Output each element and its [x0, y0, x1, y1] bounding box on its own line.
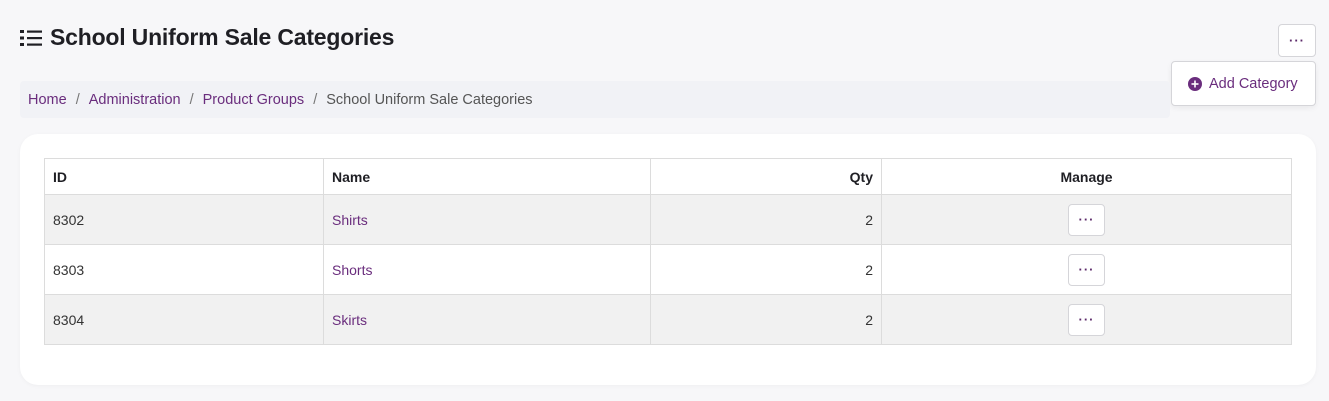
cell-qty: 2 — [650, 244, 882, 295]
add-category-menu-item[interactable]: Add Category — [1171, 61, 1316, 106]
cell-id: 8303 — [44, 244, 324, 295]
cell-id: 8302 — [44, 194, 324, 245]
breadcrumb-home[interactable]: Home — [28, 92, 67, 108]
breadcrumb-separator: / — [313, 91, 318, 108]
column-header-qty: Qty — [650, 158, 882, 195]
breadcrumb-current: School Uniform Sale Categories — [326, 91, 533, 108]
category-link[interactable]: Shorts — [332, 262, 372, 278]
breadcrumb-separator: / — [75, 91, 80, 108]
category-link[interactable]: Shirts — [332, 212, 368, 228]
breadcrumb-separator: / — [189, 91, 194, 108]
column-header-name: Name — [323, 158, 651, 195]
cell-id: 8304 — [44, 294, 324, 345]
page-header: School Uniform Sale Categories — [20, 24, 394, 51]
row-manage-button[interactable]: ··· — [1068, 203, 1105, 236]
ellipsis-icon: ··· — [1078, 312, 1095, 327]
plus-circle-icon — [1188, 76, 1202, 91]
table-row: 8304 Skirts 2 ··· — [44, 294, 1292, 345]
cell-qty: 2 — [650, 294, 882, 345]
cell-name: Skirts — [323, 294, 651, 345]
table-header-row: ID Name Qty Manage — [44, 158, 1292, 195]
ellipsis-icon: ··· — [1078, 212, 1095, 227]
add-category-label: Add Category — [1209, 75, 1298, 92]
category-link[interactable]: Skirts — [332, 312, 367, 328]
table-row: 8303 Shorts 2 ··· — [44, 244, 1292, 295]
breadcrumb: Home / Administration / Product Groups /… — [20, 81, 1170, 118]
breadcrumb-product-groups[interactable]: Product Groups — [203, 92, 305, 108]
list-icon — [20, 28, 42, 48]
row-manage-button[interactable]: ··· — [1068, 303, 1105, 336]
cell-qty: 2 — [650, 194, 882, 245]
page-title: School Uniform Sale Categories — [50, 24, 395, 50]
breadcrumb-administration[interactable]: Administration — [89, 92, 181, 108]
page: School Uniform Sale Categories ··· Add C… — [0, 0, 1329, 401]
ellipsis-icon: ··· — [1078, 262, 1095, 277]
column-header-id: ID — [44, 158, 324, 195]
cell-manage: ··· — [881, 294, 1292, 345]
categories-card: ID Name Qty Manage 8302 Shirts 2 ··· 830… — [20, 134, 1316, 385]
ellipsis-icon: ··· — [1289, 33, 1305, 48]
cell-name: Shirts — [323, 194, 651, 245]
column-header-manage: Manage — [881, 158, 1292, 195]
table-row: 8302 Shirts 2 ··· — [44, 194, 1292, 245]
cell-name: Shorts — [323, 244, 651, 295]
cell-manage: ··· — [881, 244, 1292, 295]
cell-manage: ··· — [881, 194, 1292, 245]
row-manage-button[interactable]: ··· — [1068, 253, 1105, 286]
more-actions-button[interactable]: ··· — [1278, 24, 1316, 57]
categories-table: ID Name Qty Manage 8302 Shirts 2 ··· 830… — [44, 158, 1292, 345]
